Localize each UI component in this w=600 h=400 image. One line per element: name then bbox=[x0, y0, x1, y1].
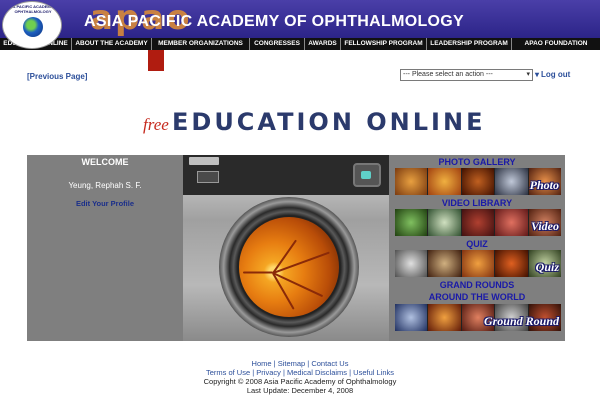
nav-fellowship-program[interactable]: FELLOWSHIP PROGRAM bbox=[341, 38, 427, 50]
nav-about-academy[interactable]: ABOUT THE ACADEMY bbox=[72, 38, 152, 50]
red-accent-tab bbox=[148, 50, 164, 71]
camera-fundus-image bbox=[183, 155, 389, 341]
nav-leadership-program[interactable]: LEADERSHIP PROGRAM bbox=[427, 38, 512, 50]
edit-profile-link[interactable]: Edit Your Profile bbox=[27, 199, 183, 208]
footer-contact-link[interactable]: Contact Us bbox=[311, 359, 348, 368]
nav-awards[interactable]: AWARDS bbox=[305, 38, 341, 50]
video-library-title[interactable]: VIDEO LIBRARY bbox=[389, 198, 565, 208]
footer-disclaims-link[interactable]: Medical Disclaims bbox=[287, 368, 347, 377]
sections-column: PHOTO GALLERY Photo VIDEO LIBRARY Video … bbox=[389, 155, 565, 341]
action-select-value: --- Please select an action --- bbox=[403, 71, 493, 78]
quiz-title[interactable]: QUIZ bbox=[389, 239, 565, 249]
footer-useful-links-link[interactable]: Useful Links bbox=[353, 368, 394, 377]
footer-privacy-link[interactable]: Privacy bbox=[256, 368, 281, 377]
photo-label: Photo bbox=[529, 178, 559, 192]
apao-logo[interactable]: ASIA PACIFIC ACADEMY OF OPHTHALMOLOGY bbox=[2, 1, 62, 49]
footer-home-link[interactable]: Home bbox=[252, 359, 272, 368]
welcome-box: WELCOME Yeung, Rephah S. F. Edit Your Pr… bbox=[27, 155, 183, 341]
main-nav: EDUCATION ONLINE ABOUT THE ACADEMY MEMBE… bbox=[0, 38, 600, 50]
free-label: free bbox=[143, 115, 169, 134]
nav-apao-foundation[interactable]: APAO FOUNDATION bbox=[512, 38, 600, 50]
site-header: apao ASIA PACIFIC ACADEMY OF OPHTHALMOLO… bbox=[0, 0, 600, 38]
logout-label: Log out bbox=[541, 70, 571, 79]
photo-gallery-title[interactable]: PHOTO GALLERY bbox=[389, 157, 565, 167]
ground-round-label: Ground Round bbox=[483, 314, 559, 328]
last-update-text: Last Update: December 4, 2008 bbox=[246, 386, 354, 395]
around-the-world-title[interactable]: AROUND THE WORLD bbox=[389, 292, 565, 302]
footer-links-row-1: Home | Sitemap | Contact Us bbox=[251, 359, 349, 368]
nav-congresses[interactable]: CONGRESSES bbox=[250, 38, 305, 50]
page-title: EDUCATION ONLINE bbox=[172, 108, 486, 136]
logout-link[interactable]: ▾ Log out bbox=[535, 70, 570, 79]
footer-terms-link[interactable]: Terms of Use bbox=[206, 368, 250, 377]
action-select[interactable]: --- Please select an action --- ▾ bbox=[400, 69, 533, 81]
chevron-down-icon: ▾ bbox=[526, 71, 530, 78]
footer-sitemap-link[interactable]: Sitemap bbox=[278, 359, 306, 368]
camera-window bbox=[197, 171, 219, 183]
education-panel: WELCOME Yeung, Rephah S. F. Edit Your Pr… bbox=[27, 155, 565, 341]
camera-viewfinder bbox=[353, 163, 381, 187]
logo-text: ASIA PACIFIC ACADEMY OF OPHTHALMOLOGY bbox=[5, 4, 60, 14]
footer-links-row-2: Terms of Use | Privacy | Medical Disclai… bbox=[205, 368, 395, 377]
previous-page-link[interactable]: [Previous Page] bbox=[27, 72, 87, 81]
grand-rounds-title[interactable]: GRAND ROUNDS bbox=[389, 280, 565, 290]
camera-top bbox=[183, 155, 389, 195]
site-title: ASIA PACIFIC ACADEMY OF OPHTHALMOLOGY bbox=[84, 13, 464, 30]
user-name: Yeung, Rephah S. F. bbox=[68, 181, 142, 190]
camera-knob bbox=[189, 157, 219, 165]
video-label: Video bbox=[530, 219, 559, 233]
chevron-down-icon: ▾ bbox=[535, 70, 540, 79]
globe-icon bbox=[23, 17, 43, 37]
copyright-text: Copyright © 2008 Asia Pacific Academy of… bbox=[203, 377, 397, 386]
welcome-heading: WELCOME bbox=[81, 157, 129, 167]
retina-fundus bbox=[239, 217, 339, 317]
nav-member-organizations[interactable]: MEMBER ORGANIZATIONS bbox=[152, 38, 250, 50]
quiz-label: Quiz bbox=[535, 260, 559, 274]
